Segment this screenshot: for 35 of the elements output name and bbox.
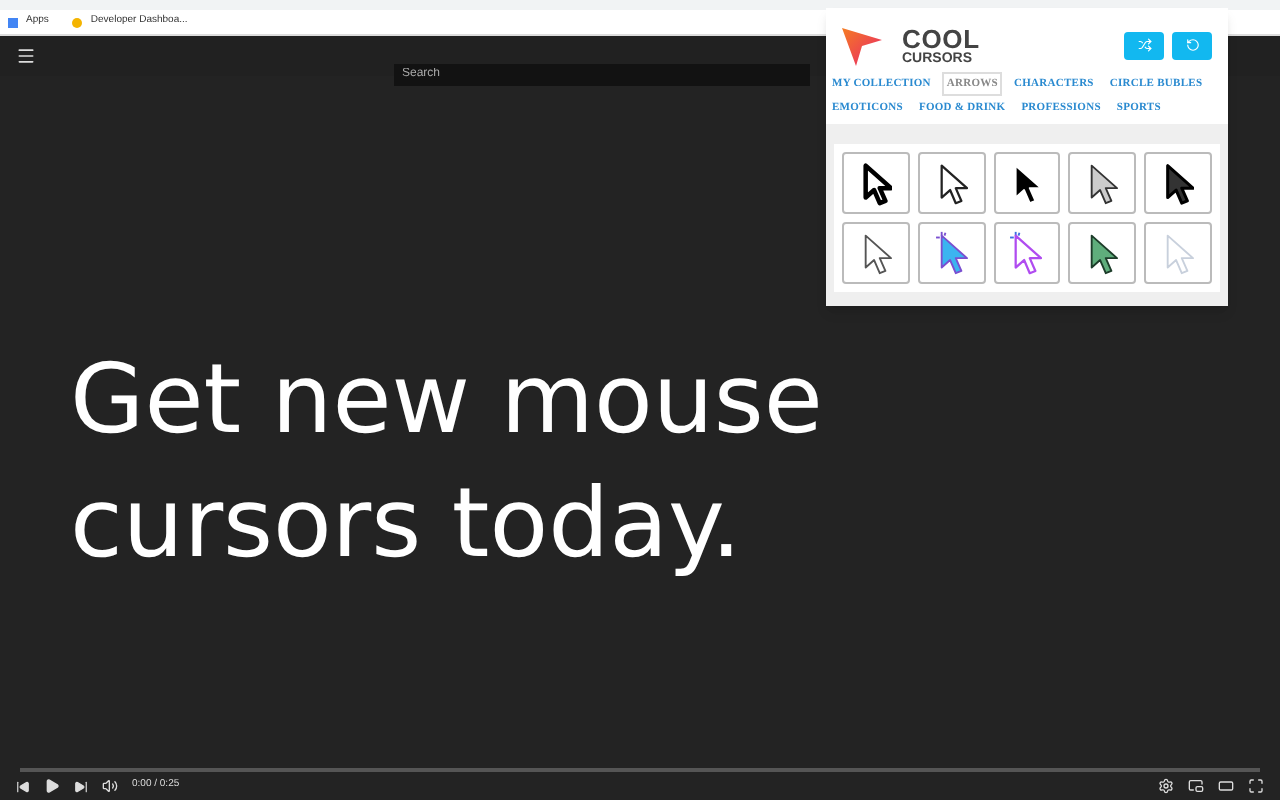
video-headline: Get new mouse cursors today. xyxy=(70,342,825,584)
cursor-tile[interactable] xyxy=(1068,222,1137,284)
previous-icon[interactable] xyxy=(16,779,30,793)
fullscreen-icon[interactable] xyxy=(1248,778,1264,794)
cursor-arrow-icon xyxy=(935,160,968,206)
settings-icon[interactable] xyxy=(1158,778,1174,794)
logo-title: COOL xyxy=(902,25,980,51)
cursor-tile[interactable] xyxy=(1144,152,1212,214)
cursor-arrow-icon xyxy=(1086,230,1119,276)
miniplayer-icon[interactable] xyxy=(1188,778,1204,794)
cursor-arrow-icon xyxy=(859,160,892,206)
cursor-tile[interactable] xyxy=(917,152,986,214)
logo-icon xyxy=(842,23,882,67)
cursor-tile[interactable] xyxy=(993,222,1061,284)
cursor-tile[interactable] xyxy=(1144,222,1212,284)
volume-icon[interactable] xyxy=(102,778,118,794)
cursor-arrow-icon xyxy=(1162,230,1195,276)
undo-icon xyxy=(1185,38,1199,52)
shuffle-icon xyxy=(1137,38,1151,52)
cursor-tile[interactable] xyxy=(993,152,1061,214)
cursor-tile[interactable] xyxy=(1068,152,1137,214)
cursor-arrow-icon xyxy=(1010,230,1043,276)
menu-icon[interactable] xyxy=(16,46,36,66)
cursor-arrow-icon xyxy=(859,230,892,276)
cursor-tile[interactable] xyxy=(842,152,910,214)
apps-grid-icon xyxy=(8,17,18,27)
cursor-tile[interactable] xyxy=(842,222,910,284)
play-icon[interactable] xyxy=(44,778,60,794)
theater-mode-icon[interactable] xyxy=(1218,778,1234,794)
cursor-tile[interactable] xyxy=(917,222,986,284)
cursor-arrow-icon xyxy=(935,230,968,276)
cursor-arrow-icon xyxy=(1086,160,1119,206)
cursor-arrow-icon xyxy=(1162,160,1195,206)
site-icon xyxy=(72,17,83,27)
next-icon[interactable] xyxy=(74,779,88,793)
